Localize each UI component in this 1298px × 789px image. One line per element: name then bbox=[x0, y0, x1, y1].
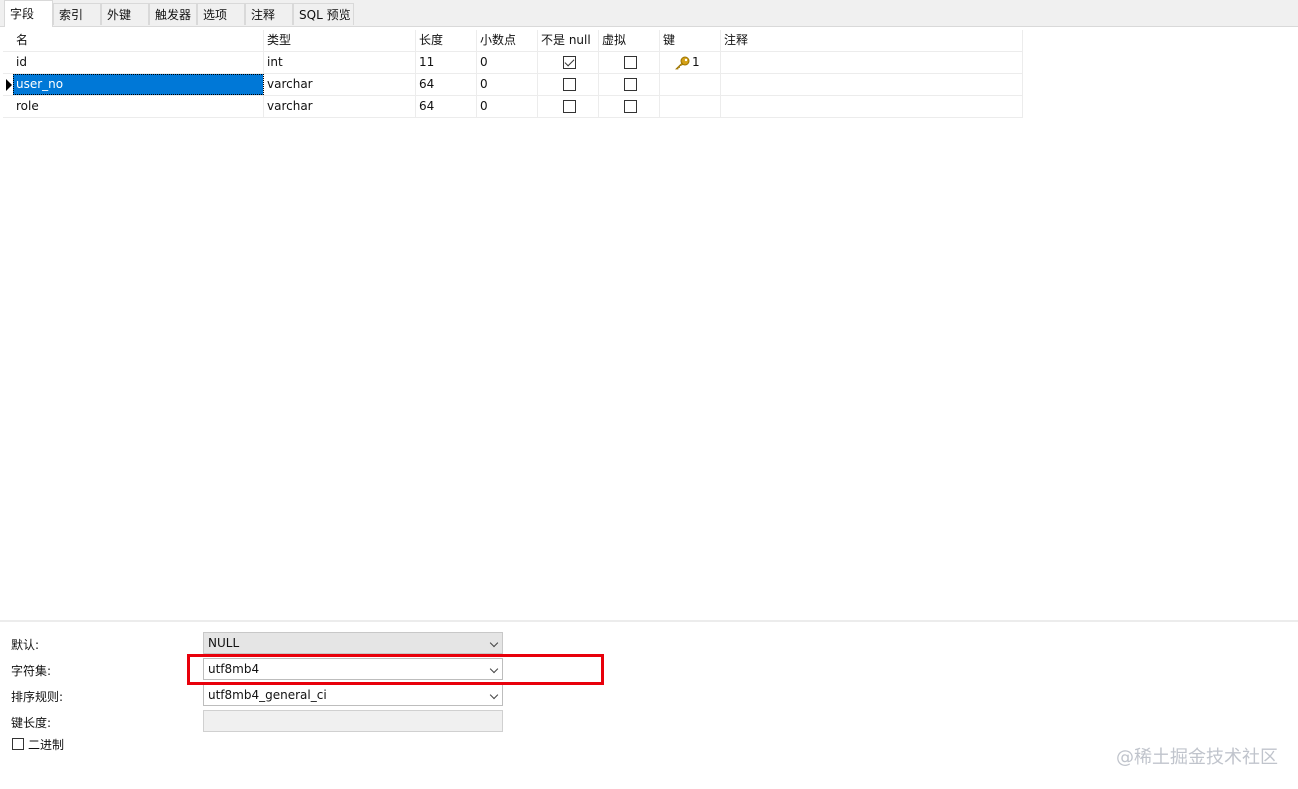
key-order: 1 bbox=[692, 55, 700, 69]
not-null-cell bbox=[538, 74, 599, 95]
field-key-cell[interactable] bbox=[660, 96, 721, 117]
field-name-cell[interactable]: id bbox=[13, 52, 264, 73]
highlight-annotation-box bbox=[187, 654, 604, 685]
column-header-length[interactable]: 长度 bbox=[416, 30, 477, 51]
key-icon bbox=[675, 56, 690, 70]
field-key-cell[interactable]: 1 bbox=[660, 52, 721, 73]
chevron-down-icon bbox=[489, 690, 499, 700]
field-decimals-cell[interactable]: 0 bbox=[477, 96, 538, 117]
field-comment-cell[interactable] bbox=[721, 52, 1023, 73]
column-header-not-null[interactable]: 不是 null bbox=[538, 30, 599, 51]
table-row[interactable]: user_no varchar 64 0 bbox=[3, 74, 1023, 96]
current-row-indicator-icon bbox=[6, 79, 12, 91]
field-type-cell[interactable]: int bbox=[264, 52, 416, 73]
tab-strip: 字段 索引 外键 触发器 选项 注释 SQL 预览 bbox=[0, 0, 1298, 27]
column-header-type[interactable]: 类型 bbox=[264, 30, 416, 51]
not-null-checkbox[interactable] bbox=[563, 56, 576, 69]
field-properties-panel bbox=[0, 620, 1298, 789]
default-label: 默认: bbox=[11, 638, 40, 652]
key-length-input[interactable] bbox=[203, 710, 503, 732]
field-name-cell[interactable]: role bbox=[13, 96, 264, 117]
not-null-cell bbox=[538, 52, 599, 73]
table-row[interactable]: id int 11 0 1 bbox=[3, 52, 1023, 74]
tab-triggers[interactable]: 触发器 bbox=[149, 3, 197, 25]
tab-foreign-keys[interactable]: 外键 bbox=[101, 3, 149, 25]
column-header-key[interactable]: 键 bbox=[660, 30, 721, 51]
virtual-cell bbox=[599, 52, 660, 73]
field-length-cell[interactable]: 64 bbox=[416, 74, 477, 95]
not-null-cell bbox=[538, 96, 599, 117]
virtual-cell bbox=[599, 74, 660, 95]
field-comment-cell[interactable] bbox=[721, 96, 1023, 117]
field-name-cell[interactable]: user_no bbox=[13, 74, 264, 95]
collation-label: 排序规则: bbox=[11, 690, 64, 704]
not-null-checkbox[interactable] bbox=[563, 100, 576, 113]
field-decimals-cell[interactable]: 0 bbox=[477, 52, 538, 73]
virtual-checkbox[interactable] bbox=[624, 56, 637, 69]
tab-sql-preview[interactable]: SQL 预览 bbox=[293, 3, 354, 25]
virtual-checkbox[interactable] bbox=[624, 78, 637, 91]
field-decimals-cell[interactable]: 0 bbox=[477, 74, 538, 95]
column-header-virtual[interactable]: 虚拟 bbox=[599, 30, 660, 51]
field-length-cell[interactable]: 11 bbox=[416, 52, 477, 73]
grid-header: 名 类型 长度 小数点 不是 null 虚拟 键 注释 bbox=[3, 30, 1023, 52]
field-key-cell[interactable] bbox=[660, 74, 721, 95]
column-header-decimals[interactable]: 小数点 bbox=[477, 30, 538, 51]
tab-options[interactable]: 选项 bbox=[197, 3, 245, 25]
tab-comment[interactable]: 注释 bbox=[245, 3, 293, 25]
field-comment-cell[interactable] bbox=[721, 74, 1023, 95]
field-type-cell[interactable]: varchar bbox=[264, 74, 416, 95]
collation-value: utf8mb4_general_ci bbox=[208, 688, 327, 702]
tab-fields[interactable]: 字段 bbox=[4, 0, 53, 27]
binary-label: 二进制 bbox=[28, 738, 65, 752]
field-length-cell[interactable]: 64 bbox=[416, 96, 477, 117]
watermark: @稀土掘金技术社区 bbox=[1116, 747, 1278, 768]
virtual-checkbox[interactable] bbox=[624, 100, 637, 113]
not-null-checkbox[interactable] bbox=[563, 78, 576, 91]
charset-label: 字符集: bbox=[11, 664, 52, 678]
field-type-cell[interactable]: varchar bbox=[264, 96, 416, 117]
collation-select[interactable]: utf8mb4_general_ci bbox=[203, 684, 503, 706]
column-header-name[interactable]: 名 bbox=[13, 30, 264, 51]
chevron-down-icon bbox=[489, 638, 499, 648]
key-length-label: 键长度: bbox=[11, 716, 52, 730]
binary-checkbox[interactable] bbox=[12, 738, 24, 750]
tab-indexes[interactable]: 索引 bbox=[53, 3, 101, 25]
default-select[interactable]: NULL bbox=[203, 632, 503, 654]
default-value: NULL bbox=[208, 636, 240, 650]
table-row[interactable]: role varchar 64 0 bbox=[3, 96, 1023, 118]
virtual-cell bbox=[599, 96, 660, 117]
column-header-comment[interactable]: 注释 bbox=[721, 30, 1023, 51]
